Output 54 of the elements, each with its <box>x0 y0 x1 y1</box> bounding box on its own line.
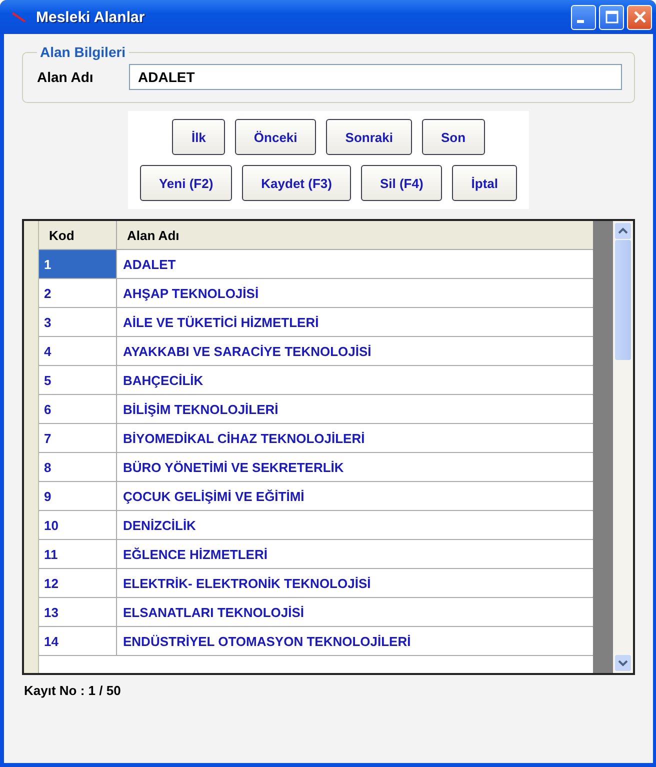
table-cell[interactable]: 4 <box>39 337 117 365</box>
table-cell[interactable]: BÜRO YÖNETİMİ VE SEKRETERLİK <box>117 453 593 481</box>
scroll-thumb[interactable] <box>615 240 631 360</box>
pen-icon <box>12 11 28 23</box>
input-field[interactable]: ADALET <box>129 64 622 90</box>
table-cell[interactable]: ELSANATLARI TEKNOLOJİSİ <box>117 598 593 626</box>
table-cell[interactable]: 7 <box>39 424 117 452</box>
table-cell[interactable]: 9 <box>39 482 117 510</box>
action-button[interactable]: Sil (F4) <box>360 165 442 201</box>
maximize-button[interactable] <box>599 4 624 30</box>
table-cell[interactable]: BİYOMEDİKAL CİHAZ TEKNOLOJİLERİ <box>117 424 593 452</box>
table-cell[interactable]: ELEKTRİK- ELEKTRONİK TEKNOLOJİSİ <box>117 569 593 597</box>
maximize-icon <box>604 10 618 24</box>
nav-button[interactable]: Son <box>422 119 485 155</box>
table-cell[interactable]: 3 <box>39 308 117 336</box>
table-cell[interactable]: ENDÜSTRİYEL OTOMASYON TEKNOLOJİLERİ <box>117 627 593 655</box>
table-cell[interactable]: 10 <box>39 511 117 539</box>
scroll-down-icon[interactable] <box>615 655 631 671</box>
table-cell[interactable]: 6 <box>39 395 117 423</box>
table-cell[interactable]: AİLE VE TÜKETİCİ HİZMETLERİ <box>117 308 593 336</box>
action-button[interactable]: Yeni (F2) <box>140 165 232 201</box>
scroll-up-icon[interactable] <box>615 223 631 239</box>
action-button[interactable]: İptal <box>452 165 518 201</box>
scrollbar[interactable] <box>613 221 633 673</box>
group-title: Alan Bilgileri <box>39 44 127 60</box>
table-cell[interactable]: ÇOCUK GELİŞİMİ VE EĞİTİMİ <box>117 482 593 510</box>
table-cell[interactable]: AHŞAP TEKNOLOJİSİ <box>117 279 593 307</box>
action-button[interactable]: Kaydet (F3) <box>242 165 351 201</box>
table-cell[interactable]: 2 <box>39 279 117 307</box>
table-cell[interactable]: DENİZCİLİK <box>117 511 593 539</box>
table-cell[interactable]: BİLİŞİM TEKNOLOJİLERİ <box>117 395 593 423</box>
nav-button[interactable]: Sonraki <box>326 119 412 155</box>
table-cell[interactable]: AYAKKABI VE SARACİYE TEKNOLOJİSİ <box>117 337 593 365</box>
column-header[interactable]: Alan Adı <box>117 221 593 249</box>
table-cell[interactable]: ADALET <box>117 250 593 278</box>
table-cell[interactable]: BAHÇECİLİK <box>117 366 593 394</box>
column-header[interactable]: Kod <box>39 221 117 249</box>
window-title: Mesleki Alanlar <box>36 8 146 26</box>
table-cell[interactable]: 8 <box>39 453 117 481</box>
status-text: Kayıt No : 1 / 50 <box>23 682 122 700</box>
table-cell[interactable]: 12 <box>39 569 117 597</box>
close-icon <box>632 10 646 24</box>
nav-button[interactable]: Önceki <box>234 119 316 155</box>
nav-button[interactable]: İlk <box>172 119 225 155</box>
table-cell[interactable]: 13 <box>39 598 117 626</box>
table-cell[interactable]: 11 <box>39 540 117 568</box>
table-cell[interactable]: 1 <box>39 250 117 278</box>
table-cell[interactable]: 14 <box>39 627 117 655</box>
table-cell[interactable]: EĞLENCE HİZMETLERİ <box>117 540 593 568</box>
table-cell[interactable]: 5 <box>39 366 117 394</box>
minimize-button[interactable] <box>571 4 596 30</box>
minimize-icon <box>577 20 584 22</box>
field-label: Alan Adı <box>37 69 94 85</box>
close-button[interactable] <box>627 4 652 30</box>
